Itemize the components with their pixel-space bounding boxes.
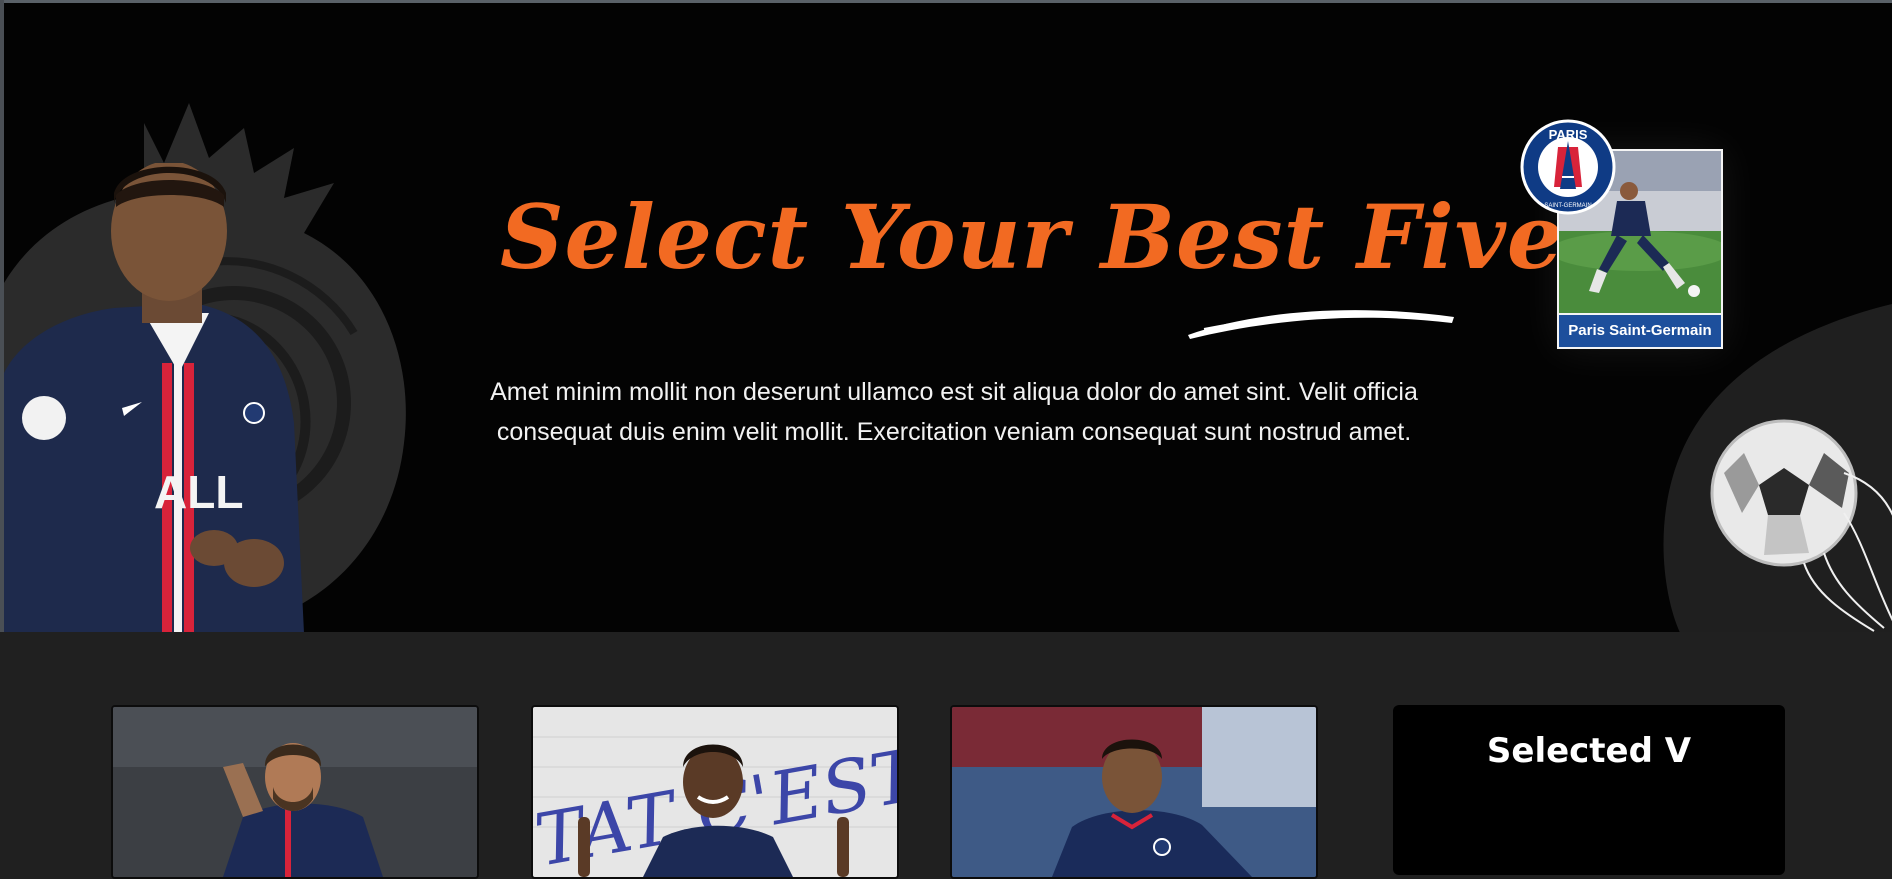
- selected-title: Selected V: [1486, 731, 1692, 771]
- hero-description: Amet minim mollit non deserunt ullamco e…: [490, 378, 1418, 446]
- psg-crest-icon: PARIS SAINT-GERMAIN: [1520, 119, 1616, 215]
- player-card[interactable]: [950, 705, 1318, 879]
- player-card[interactable]: TAT C'EST: [531, 705, 899, 879]
- player-photo: TAT C'EST: [533, 707, 897, 877]
- player-card[interactable]: [111, 705, 479, 879]
- selected-players-panel: Selected V: [1393, 705, 1785, 875]
- crest-text-bottom: SAINT-GERMAIN: [1544, 203, 1591, 209]
- player-photo: [952, 707, 1316, 877]
- player-photo-left: ALL: [4, 163, 304, 632]
- underline-swoosh-icon: [1188, 310, 1454, 339]
- page-title: Select Your Best Five: [500, 185, 1564, 289]
- crest-text-top: PARIS: [1549, 127, 1588, 142]
- player-photo: [113, 707, 477, 877]
- svg-text:ALL: ALL: [154, 466, 243, 518]
- hero-banner: ALL Select Your Best Five Amet minim mol…: [4, 3, 1892, 632]
- soccer-ball-icon: [1710, 419, 1892, 632]
